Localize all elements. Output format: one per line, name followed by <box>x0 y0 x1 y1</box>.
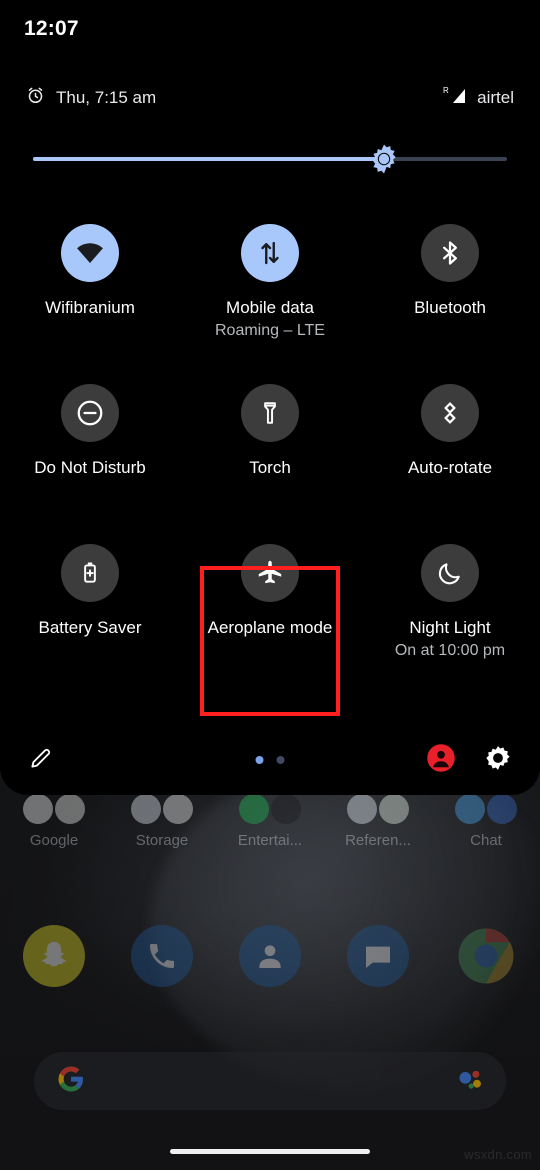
tile-label: Night Light <box>409 618 491 637</box>
header-date-label: Thu, 7:15 am <box>56 88 157 107</box>
header-date-group[interactable]: Thu, 7:15 am <box>26 86 156 110</box>
battery-saver-icon <box>61 544 119 602</box>
tile-row: Wifibranium Mobile data Roaming – LTE Bl… <box>0 212 540 372</box>
play-icon <box>271 794 301 824</box>
tile-torch[interactable]: Torch <box>180 372 360 532</box>
google-search-bar[interactable] <box>34 1052 506 1110</box>
cellular-signal-icon: R <box>443 85 469 112</box>
folder-label: Storage <box>135 832 189 849</box>
tile-label: Battery Saver <box>38 618 142 637</box>
page-dot-2[interactable] <box>276 756 285 764</box>
folder-label: Referen... <box>345 832 411 849</box>
bluetooth-icon <box>421 224 479 282</box>
header-signal-group: R airtel <box>443 85 514 112</box>
brightness-fill <box>33 157 384 161</box>
home-dock <box>0 925 540 987</box>
status-bar-clock: 12:07 <box>24 17 79 40</box>
drive-icon <box>131 794 161 824</box>
tile-mobile-data[interactable]: Mobile data Roaming – LTE <box>180 212 360 372</box>
tile-do-not-disturb[interactable]: Do Not Disturb <box>0 372 180 532</box>
flashlight-icon <box>241 384 299 442</box>
folder-label: Chat <box>470 832 502 849</box>
tile-row: Battery Saver Aeroplane mode Night Light… <box>0 532 540 692</box>
tile-label: Bluetooth <box>414 298 486 317</box>
dock-app-phone[interactable] <box>131 925 193 987</box>
footer-actions <box>426 743 512 778</box>
page-indicator-dots[interactable] <box>255 756 285 764</box>
quick-settings-tile-grid: Wifibranium Mobile data Roaming – LTE Bl… <box>0 212 540 692</box>
auto-rotate-icon <box>421 384 479 442</box>
folder-label: Entertai... <box>237 832 303 849</box>
docs-icon <box>347 794 377 824</box>
tile-wifi[interactable]: Wifibranium <box>0 212 180 372</box>
twitter-icon <box>455 794 485 824</box>
tile-label: Do Not Disturb <box>34 458 146 477</box>
gmail-icon <box>23 794 53 824</box>
tile-sublabel: On at 10:00 pm <box>394 641 506 659</box>
tile-aeroplane-mode[interactable]: Aeroplane mode <box>180 532 360 692</box>
tile-battery-saver[interactable]: Battery Saver <box>0 532 180 692</box>
wifi-icon <box>61 224 119 282</box>
watermark: wsxdn.com <box>464 1147 532 1162</box>
quick-settings-header: Thu, 7:15 am R airtel <box>0 80 540 116</box>
dock-app-chrome[interactable] <box>455 925 517 987</box>
tile-label: Torch <box>249 458 291 477</box>
tile-label: Auto-rotate <box>407 458 493 477</box>
sheets-icon <box>379 794 409 824</box>
carrier-name-label: airtel <box>477 88 514 107</box>
tile-night-light[interactable]: Night Light On at 10:00 pm <box>360 532 540 692</box>
tile-sublabel: Roaming – LTE <box>215 321 325 339</box>
google-g-icon <box>56 1064 86 1099</box>
tile-label: Wifibranium <box>45 298 135 317</box>
google-assistant-icon[interactable] <box>456 1065 484 1098</box>
page-dot-1[interactable] <box>255 756 264 764</box>
tile-auto-rotate[interactable]: Auto-rotate <box>360 372 540 532</box>
status-bar: 12:07 <box>0 0 540 58</box>
do-not-disturb-icon <box>61 384 119 442</box>
home-gesture-pill[interactable] <box>170 1149 370 1154</box>
spotify-icon <box>239 794 269 824</box>
svg-text:R: R <box>443 86 449 95</box>
pencil-edit-icon[interactable] <box>28 745 54 776</box>
tile-label: Aeroplane mode <box>207 618 333 637</box>
tile-row: Do Not Disturb Torch Auto-rotate <box>0 372 540 532</box>
folder-label: Google <box>29 832 79 849</box>
brightness-sun-icon[interactable] <box>367 142 401 181</box>
tile-label: Mobile data <box>226 298 314 317</box>
gear-settings-icon[interactable] <box>484 744 512 777</box>
user-account-icon[interactable] <box>426 743 456 778</box>
brightness-slider[interactable] <box>33 144 507 174</box>
dock-app-contacts[interactable] <box>239 925 301 987</box>
quick-settings-footer <box>0 725 540 795</box>
dock-app-snapchat[interactable] <box>23 925 85 987</box>
quick-settings-panel: 12:07 Thu, 7:15 am R airtel Wifibranium … <box>0 0 540 795</box>
airplane-icon <box>241 544 299 602</box>
crescent-moon-icon <box>421 544 479 602</box>
alarm-clock-icon <box>26 86 45 110</box>
photos-icon <box>163 794 193 824</box>
mobile-data-arrows-icon <box>241 224 299 282</box>
facebook-icon <box>487 794 517 824</box>
maps-icon <box>55 794 85 824</box>
dock-app-messages[interactable] <box>347 925 409 987</box>
tile-bluetooth[interactable]: Bluetooth <box>360 212 540 372</box>
